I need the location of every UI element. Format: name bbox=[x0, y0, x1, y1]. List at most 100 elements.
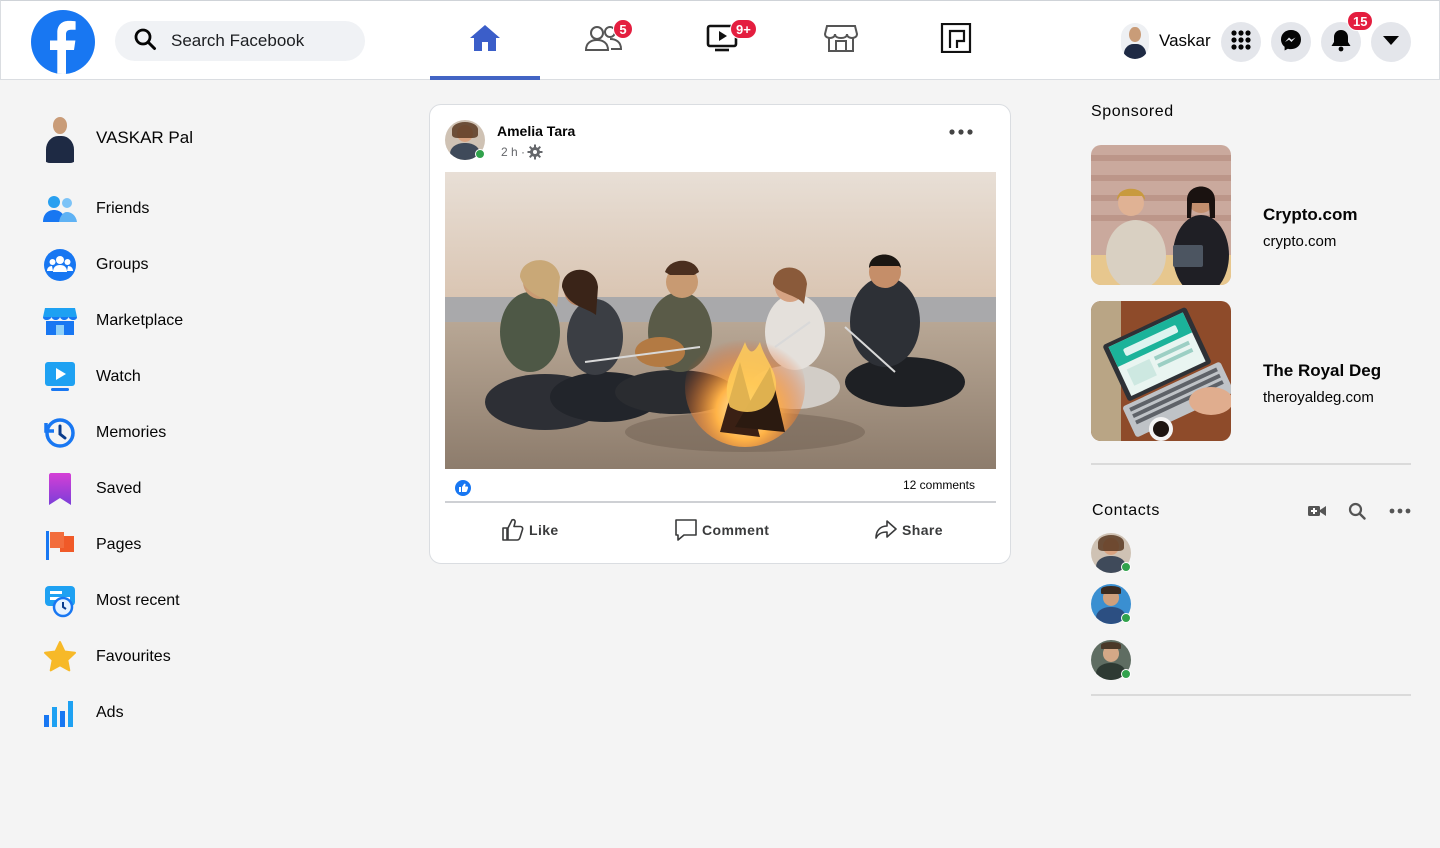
home-icon bbox=[469, 23, 501, 58]
memories-icon bbox=[42, 415, 78, 451]
share-icon bbox=[874, 519, 898, 541]
online-indicator bbox=[1121, 562, 1131, 572]
notifications-button[interactable]: 15 bbox=[1321, 11, 1374, 62]
sponsored-heading: Sponsored bbox=[1091, 103, 1174, 120]
friends-badge: 5 bbox=[613, 19, 633, 39]
sidebar-item-label: Favourites bbox=[96, 648, 171, 665]
sidebar-item-saved[interactable]: Saved bbox=[30, 464, 330, 514]
online-indicator bbox=[475, 149, 485, 159]
bell-icon bbox=[1330, 28, 1352, 57]
online-indicator bbox=[1121, 669, 1131, 679]
marketplace-icon bbox=[42, 303, 78, 339]
post-author-name[interactable]: Amelia Tara bbox=[497, 123, 575, 139]
sidebar-item-label: Saved bbox=[96, 480, 142, 497]
share-button[interactable]: Share bbox=[874, 505, 943, 555]
sidebar-item-marketplace[interactable]: Marketplace bbox=[30, 296, 330, 346]
search-contacts-button[interactable] bbox=[1347, 501, 1367, 521]
like-button[interactable]: Like bbox=[501, 505, 559, 555]
comment-label: Comment bbox=[702, 522, 770, 538]
marketplace-icon bbox=[823, 23, 859, 58]
search-input[interactable] bbox=[171, 31, 351, 51]
divider bbox=[1091, 463, 1411, 465]
sidebar-item-favourites[interactable]: Favourites bbox=[30, 632, 330, 682]
post-time-text: 2 h · bbox=[501, 145, 526, 159]
comment-button[interactable]: Comment bbox=[674, 505, 769, 555]
sponsored-ad[interactable]: The Royal Deg theroyaldeg.com bbox=[1091, 301, 1411, 441]
contacts-heading: Contacts bbox=[1092, 502, 1160, 519]
top-navigation-bar: 5 9+ Vaskar bbox=[0, 0, 1440, 80]
search-icon bbox=[1348, 502, 1366, 520]
like-label: Like bbox=[529, 522, 559, 538]
sidebar-item-label: Marketplace bbox=[96, 312, 184, 329]
sidebar-item-label: Memories bbox=[96, 424, 167, 441]
avatar bbox=[42, 113, 78, 163]
pages-icon bbox=[42, 527, 78, 563]
sidebar-item-label: Friends bbox=[96, 200, 150, 217]
sidebar-item-memories[interactable]: Memories bbox=[30, 408, 330, 458]
contacts-options-button[interactable] bbox=[1388, 501, 1412, 521]
more-icon bbox=[949, 122, 973, 140]
sidebar-user-name: VASKAR Pal bbox=[96, 128, 194, 147]
comments-count[interactable]: 12 comments bbox=[903, 478, 975, 492]
tab-marketplace[interactable] bbox=[786, 1, 896, 80]
search-box[interactable] bbox=[115, 21, 365, 61]
search-icon bbox=[133, 27, 157, 56]
ad-image bbox=[1091, 145, 1231, 285]
ad-title: Crypto.com bbox=[1263, 205, 1358, 224]
friends-icon bbox=[42, 191, 78, 227]
sidebar-item-pages[interactable]: Pages bbox=[30, 520, 330, 570]
sidebar-item-groups[interactable]: Groups bbox=[30, 240, 330, 290]
notification-badge: 15 bbox=[1347, 11, 1374, 31]
sidebar-item-most-recent[interactable]: Most recent bbox=[30, 576, 330, 626]
tab-watch[interactable]: 9+ bbox=[668, 1, 778, 80]
thumbs-up-icon bbox=[501, 518, 525, 542]
ads-icon bbox=[42, 695, 78, 731]
sidebar-item-label: Most recent bbox=[96, 592, 180, 609]
post-stats: 12 comments bbox=[445, 473, 996, 503]
sidebar-item-watch[interactable]: Watch bbox=[30, 352, 330, 402]
sidebar-item-friends[interactable]: Friends bbox=[30, 184, 330, 234]
saved-icon bbox=[42, 471, 78, 507]
tab-friends[interactable]: 5 bbox=[549, 1, 659, 80]
tab-gaming[interactable] bbox=[901, 1, 1011, 80]
ad-site: theroyaldeg.com bbox=[1263, 389, 1374, 406]
facebook-logo-icon[interactable] bbox=[31, 10, 95, 74]
post-photo[interactable] bbox=[445, 172, 996, 469]
messenger-button[interactable] bbox=[1271, 22, 1311, 62]
watch-icon bbox=[42, 359, 78, 395]
sidebar-item-ads[interactable]: Ads bbox=[30, 688, 330, 738]
profile-name: Vaskar bbox=[1159, 31, 1211, 50]
sponsored-ad[interactable]: Crypto.com crypto.com bbox=[1091, 145, 1411, 285]
favourites-icon bbox=[42, 639, 78, 675]
most-recent-icon bbox=[42, 583, 78, 619]
sidebar-item-label: Pages bbox=[96, 536, 142, 553]
comment-icon bbox=[674, 518, 698, 542]
gear-icon[interactable] bbox=[527, 144, 543, 160]
avatar bbox=[1121, 23, 1149, 59]
profile-button[interactable]: Vaskar bbox=[1121, 23, 1211, 59]
sidebar-item-label: Watch bbox=[96, 368, 141, 385]
contact-item[interactable] bbox=[1091, 584, 1131, 624]
sidebar-item-label: Groups bbox=[96, 256, 149, 273]
like-reaction-icon[interactable] bbox=[455, 480, 471, 501]
menu-grid-icon bbox=[1230, 29, 1252, 56]
online-indicator bbox=[1121, 613, 1131, 623]
new-room-button[interactable] bbox=[1307, 501, 1327, 521]
gaming-icon bbox=[940, 22, 972, 58]
post-timestamp: 2 h · bbox=[501, 144, 543, 160]
account-menu-button[interactable] bbox=[1371, 22, 1411, 62]
video-call-icon bbox=[1308, 504, 1326, 518]
divider bbox=[1091, 694, 1411, 696]
contact-item[interactable] bbox=[1091, 640, 1131, 680]
ad-site: crypto.com bbox=[1263, 233, 1337, 250]
contact-item[interactable] bbox=[1091, 533, 1131, 573]
post-options-button[interactable] bbox=[945, 119, 977, 143]
watch-badge: 9+ bbox=[730, 19, 757, 39]
sidebar-item-profile[interactable]: VASKAR Pal bbox=[30, 113, 330, 163]
tab-home[interactable] bbox=[430, 1, 540, 80]
menu-button[interactable] bbox=[1221, 22, 1261, 62]
ad-title: The Royal Deg bbox=[1263, 361, 1382, 380]
share-label: Share bbox=[902, 522, 943, 538]
messenger-icon bbox=[1280, 29, 1302, 56]
more-icon bbox=[1389, 508, 1411, 514]
